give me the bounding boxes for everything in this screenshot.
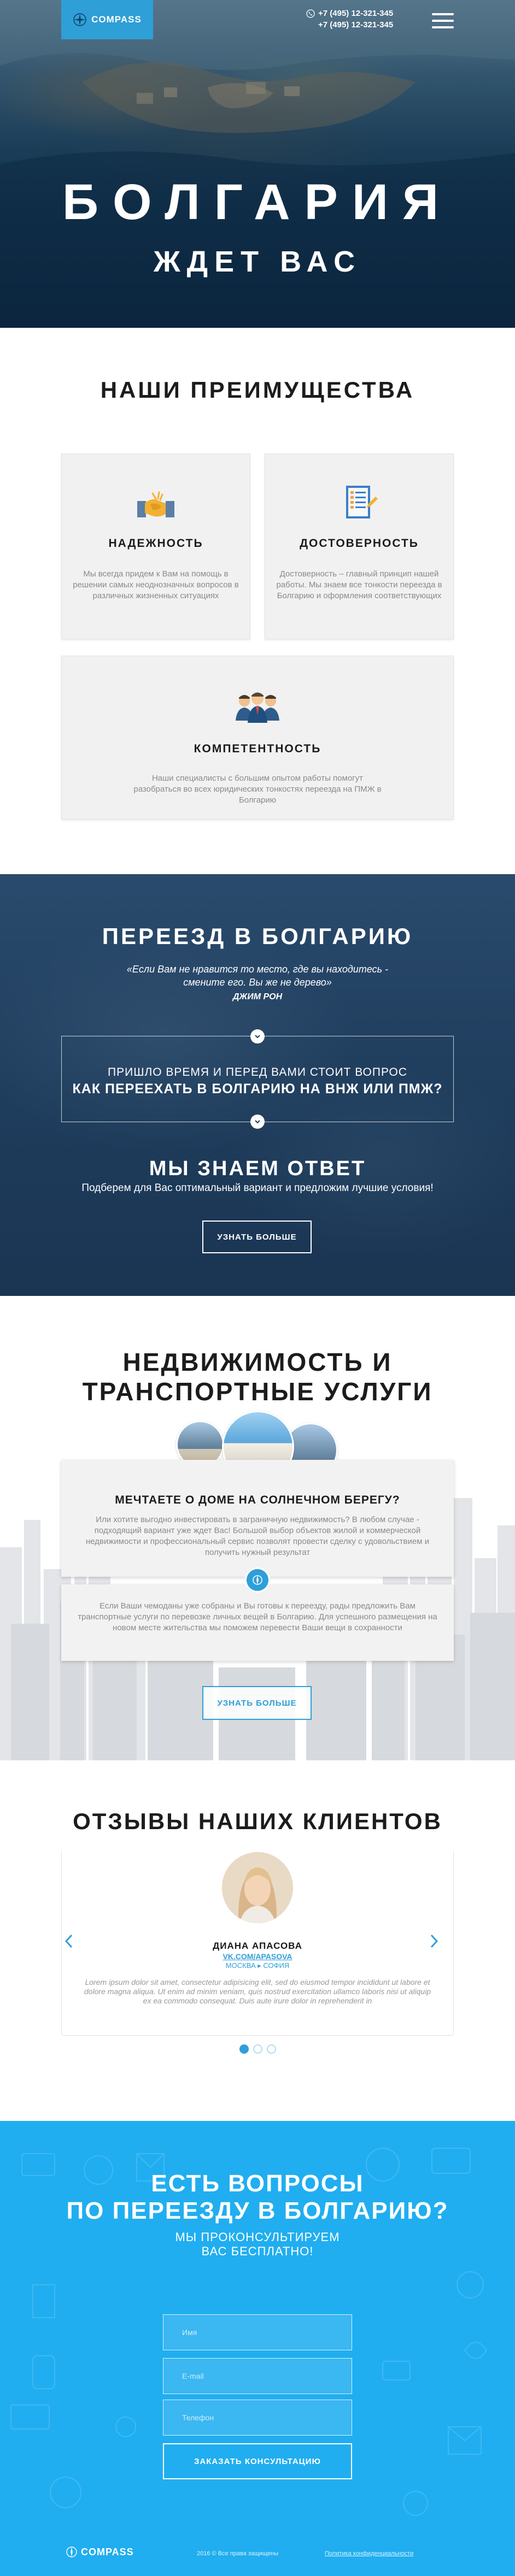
quote-author: ДЖИМ РОН xyxy=(232,992,283,1001)
realty-title-line: НЕДВИЖИМОСТЬ И xyxy=(122,1348,393,1376)
reviewer-route: МОСКВА ▸ СОФИЯ xyxy=(225,1961,290,1970)
advantage-title: КОМПЕТЕНТНОСТЬ xyxy=(194,742,321,755)
menu-button[interactable] xyxy=(432,13,454,28)
prev-arrow-icon[interactable] xyxy=(61,1932,77,1950)
contact-title-line: ЕСТЬ ВОПРОСЫ xyxy=(151,2170,364,2197)
compass-logo-icon xyxy=(66,2546,77,2557)
realty-card-title: МЕЧТАЕТЕ О ДОМЕ НА СОЛНЕЧНОМ БЕРЕГУ? xyxy=(115,1494,400,1506)
advantage-card: ДОСТОВЕРНОСТЬ Достоверность – главный пр… xyxy=(265,453,454,639)
advantage-card: КОМПЕТЕНТНОСТЬ Наши специалисты с больши… xyxy=(61,656,454,820)
realty-card-text: Или хотите выгодно инвестировать в загра… xyxy=(85,1515,430,1557)
name-field[interactable] xyxy=(163,2314,352,2350)
avatar xyxy=(222,1852,293,1923)
realty-section: НЕДВИЖИМОСТЬ И ТРАНСПОРТНЫЕ УСЛУГИ МЕЧТА… xyxy=(0,1296,515,1760)
hero-overlay xyxy=(0,0,515,328)
header-logo[interactable]: COMPASS xyxy=(61,0,153,39)
phone-icon xyxy=(306,9,315,18)
reviewer-link[interactable]: VK.COM/APASOVA xyxy=(0,1952,515,1961)
chevron-down-icon xyxy=(250,1029,265,1044)
phone-number: +7 (495) 12-321-345 xyxy=(318,9,394,18)
reviews-title: ОТЗЫВЫ НАШИХ КЛИЕНТОВ xyxy=(73,1808,442,1834)
phone-field[interactable] xyxy=(163,2400,352,2436)
advantage-card: НАДЕЖНОСТЬ Мы всегда придем к Вам на пом… xyxy=(61,453,250,639)
hero-section: COMPASS +7 (495) 12-321-345 +7 (495) 12-… xyxy=(0,0,515,328)
document-icon xyxy=(346,486,378,518)
phone-row[interactable]: +7 (495) 12-321-345 xyxy=(306,8,393,19)
page: COMPASS +7 (495) 12-321-345 +7 (495) 12-… xyxy=(0,0,515,2576)
phone-row[interactable]: +7 (495) 12-321-345 xyxy=(306,19,393,31)
answer-title: МЫ ЗНАЕМ ОТВЕТ xyxy=(149,1157,366,1180)
question-frame: ПРИШЛО ВРЕМЯ И ПЕРЕД ВАМИ СТОИТ ВОПРОС К… xyxy=(61,1029,454,1129)
contact-subtitle: МЫ ПРОКОНСУЛЬТИРУЕМ ВАС БЕСПЛАТНО! xyxy=(0,2230,515,2259)
email-field[interactable] xyxy=(163,2358,352,2394)
compass-logo-icon xyxy=(73,13,86,26)
review-text: Lorem ipsum dolor sit amet, consectetur … xyxy=(84,1978,431,2005)
advantage-text: Наши специалисты с большим опытом работы… xyxy=(133,774,382,805)
transport-card-text: Если Ваши чемоданы уже собраны и Вы гото… xyxy=(78,1601,437,1632)
advantages-title: НАШИ ПРЕИМУЩЕСТВА xyxy=(100,377,415,403)
contact-title: ЕСТЬ ВОПРОСЫ ПО ПЕРЕЕЗДУ В БОЛГАРИЮ? xyxy=(0,2170,515,2225)
question-line-1: ПРИШЛО ВРЕМЯ И ПЕРЕД ВАМИ СТОИТ ВОПРОС xyxy=(108,1066,407,1078)
order-consultation-button[interactable]: ЗАКАЗАТЬ КОНСУЛЬТАЦИЮ xyxy=(163,2443,352,2479)
contact-section: ЕСТЬ ВОПРОСЫ ПО ПЕРЕЕЗДУ В БОЛГАРИЮ? МЫ … xyxy=(0,2121,515,2576)
advantage-title: ДОСТОВЕРНОСТЬ xyxy=(300,537,419,550)
phone-number: +7 (495) 12-321-345 xyxy=(318,20,394,30)
question-line-2: КАК ПЕРЕЕХАТЬ В БОЛГАРИЮ НА ВНЖ ИЛИ ПМЖ? xyxy=(72,1081,443,1097)
slider-dot[interactable] xyxy=(253,2044,262,2054)
contact-subtitle-line: ВАС БЕСПЛАТНО! xyxy=(201,2244,314,2258)
hamburger-icon xyxy=(432,13,454,15)
compass-badge-icon xyxy=(245,1567,270,1593)
learn-more-button[interactable]: УЗНАТЬ БОЛЬШЕ xyxy=(202,1686,312,1720)
advantage-text: Достоверность – главный принцип нашей ра… xyxy=(276,569,442,600)
answer-subtitle: Подберем для Вас оптимальный вариант и п… xyxy=(81,1182,434,1194)
slider-dot[interactable] xyxy=(266,2044,276,2054)
slider-dot[interactable] xyxy=(239,2044,249,2054)
transport-card: Если Ваши чемоданы уже собраны и Вы гото… xyxy=(61,1584,454,1661)
privacy-policy-link[interactable]: Политика конфиденциальности xyxy=(325,2550,413,2557)
footer-copyright: 2016 © Все права защищены xyxy=(197,2550,279,2557)
advantage-title: НАДЕЖНОСТЬ xyxy=(108,537,203,550)
logo-text: COMPASS xyxy=(91,14,142,25)
advantage-text: Мы всегда придем к Вам на помощь в решен… xyxy=(73,569,239,600)
team-icon xyxy=(236,692,279,723)
contact-subtitle-line: МЫ ПРОКОНСУЛЬТИРУЕМ xyxy=(175,2230,340,2244)
footer-logo-text: COMPASS xyxy=(81,2546,134,2557)
contact-title-line: ПО ПЕРЕЕЗДУ В БОЛГАРИЮ? xyxy=(66,2197,449,2224)
reviewer-photo xyxy=(222,1852,293,1923)
slider-dots xyxy=(0,2044,515,2054)
next-arrow-icon[interactable] xyxy=(426,1932,442,1950)
learn-more-button[interactable]: УЗНАТЬ БОЛЬШЕ xyxy=(202,1221,312,1253)
realty-title-line: ТРАНСПОРТНЫЕ УСЛУГИ xyxy=(82,1377,433,1406)
hero-title: БОЛГАРИЯ xyxy=(62,174,453,230)
footer-logo[interactable]: COMPASS xyxy=(66,2546,134,2558)
realty-card: МЕЧТАЕТЕ О ДОМЕ НА СОЛНЕЧНОМ БЕРЕГУ? Или… xyxy=(61,1460,454,1577)
hero-subtitle: ЖДЕТ ВАС xyxy=(153,245,362,278)
chevron-down-icon xyxy=(250,1115,265,1129)
move-quote: «Если Вам не нравится то место, где вы н… xyxy=(126,964,389,988)
handshake-icon xyxy=(137,491,174,517)
header-phones: +7 (495) 12-321-345 +7 (495) 12-321-345 xyxy=(306,8,393,31)
realty-title: НЕДВИЖИМОСТЬ И ТРАНСПОРТНЫЕ УСЛУГИ xyxy=(0,1347,515,1406)
move-section: ПЕРЕЕЗД В БОЛГАРИЮ «Если Вам не нравится… xyxy=(0,874,515,1296)
move-title: ПЕРЕЕЗД В БОЛГАРИЮ xyxy=(102,923,413,949)
